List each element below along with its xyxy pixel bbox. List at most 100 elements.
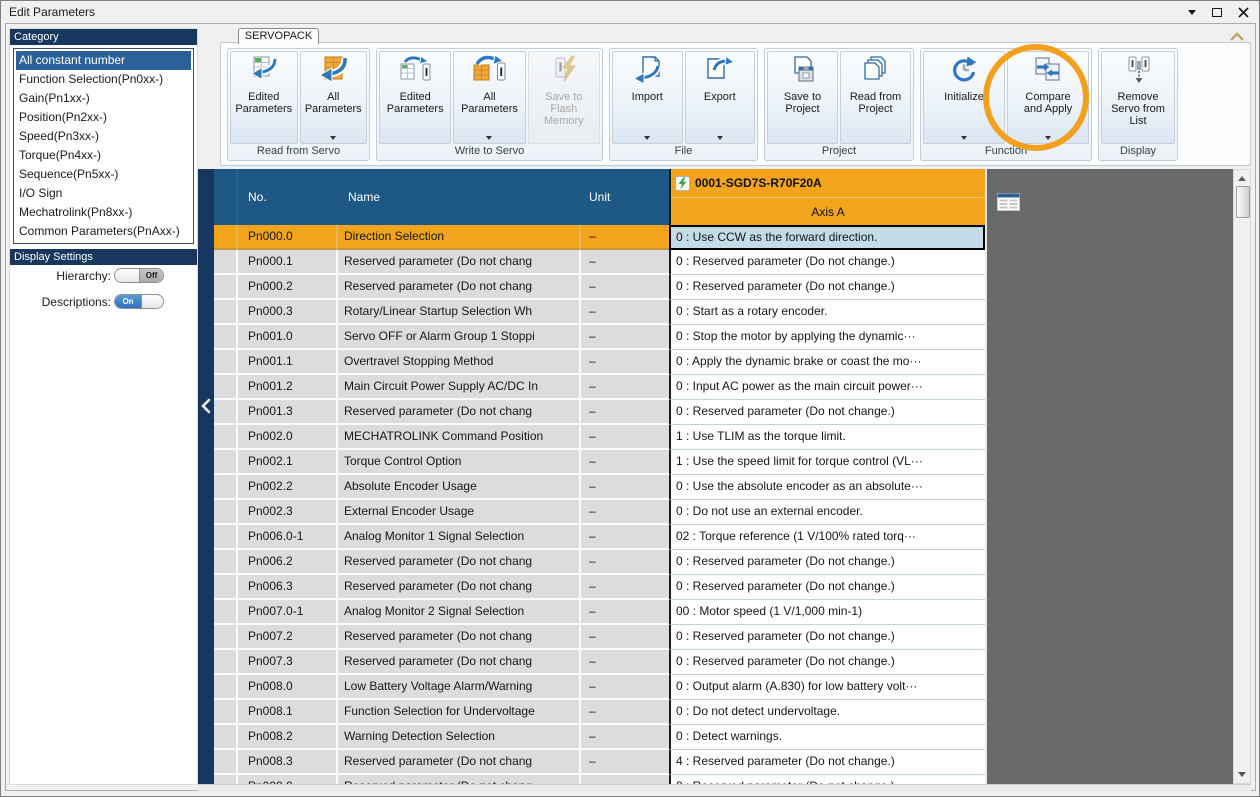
write-all-parameters-button[interactable]: All Parameters [453, 51, 526, 144]
no-cell[interactable]: Pn006.0-1 [238, 525, 338, 550]
category-item[interactable]: Mechatrolink(Pn8xx-) [16, 203, 191, 222]
category-item[interactable]: Speed(Pn3xx-) [16, 127, 191, 146]
name-cell[interactable]: Absolute Encoder Usage [338, 475, 581, 500]
no-cell[interactable]: Pn000.3 [238, 300, 338, 325]
scroll-down-button[interactable] [1238, 772, 1246, 777]
unit-cell[interactable]: – [581, 725, 669, 750]
no-cell[interactable]: Pn008.1 [238, 700, 338, 725]
no-cell[interactable]: Pn000.2 [238, 275, 338, 300]
unit-cell[interactable]: – [581, 475, 669, 500]
unit-cell[interactable]: – [581, 500, 669, 525]
unit-cell[interactable]: – [581, 250, 669, 275]
rowsel-cell[interactable] [214, 500, 238, 525]
rowsel-cell[interactable] [214, 350, 238, 375]
remove-servo-from-list-button[interactable]: Remove Servo from List [1101, 51, 1175, 144]
no-cell[interactable]: Pn002.1 [238, 450, 338, 475]
value-cell[interactable]: 0 : Reserved parameter (Do not change.) [669, 625, 985, 650]
value-cell[interactable]: 4 : Reserved parameter (Do not change.) [669, 750, 985, 775]
name-cell[interactable]: Low Battery Voltage Alarm/Warning [338, 675, 581, 700]
initialize-button[interactable]: Initialize [923, 51, 1005, 144]
compare-and-apply-button[interactable]: Compare and Apply [1007, 51, 1089, 144]
name-cell[interactable]: Overtravel Stopping Method [338, 350, 581, 375]
name-cell[interactable]: Reserved parameter (Do not chang [338, 775, 581, 784]
rowsel-cell[interactable] [214, 300, 238, 325]
hierarchy-toggle[interactable]: Off [114, 268, 164, 283]
value-cell[interactable]: 0 : Reserved parameter (Do not change.) [669, 775, 985, 784]
name-cell[interactable]: Analog Monitor 1 Signal Selection [338, 525, 581, 550]
rowsel-cell[interactable] [214, 600, 238, 625]
no-cell[interactable]: Pn000.1 [238, 250, 338, 275]
rowsel-cell[interactable] [214, 250, 238, 275]
category-item[interactable]: I/O Sign [16, 184, 191, 203]
no-cell[interactable]: Pn006.3 [238, 575, 338, 600]
name-cell[interactable]: Reserved parameter (Do not chang [338, 550, 581, 575]
read-from-project-button[interactable]: Read from Project [840, 51, 911, 144]
unit-cell[interactable]: – [581, 450, 669, 475]
value-cell[interactable]: 0 : Start as a rotary encoder. [669, 300, 985, 325]
category-item[interactable]: All constant number [16, 51, 191, 70]
read-edited-parameters-button[interactable]: Edited Parameters [230, 51, 298, 144]
unit-cell[interactable]: – [581, 775, 669, 784]
category-listbox[interactable]: All constant number Function Selection(Pn… [13, 48, 194, 244]
no-cell[interactable]: Pn006.2 [238, 550, 338, 575]
category-item[interactable]: Torque(Pn4xx-) [16, 146, 191, 165]
rowsel-cell[interactable] [214, 700, 238, 725]
name-cell[interactable]: MECHATROLINK Command Position [338, 425, 581, 450]
unit-cell[interactable]: – [581, 350, 669, 375]
rowsel-cell[interactable] [214, 725, 238, 750]
rowsel-cell[interactable] [214, 375, 238, 400]
axis-header[interactable]: Axis A [671, 197, 985, 225]
unit-cell[interactable]: – [581, 275, 669, 300]
rowsel-cell[interactable] [214, 525, 238, 550]
no-cell[interactable]: Pn001.3 [238, 400, 338, 425]
value-cell[interactable]: 0 : Do not detect undervoltage. [669, 700, 985, 725]
name-cell[interactable]: External Encoder Usage [338, 500, 581, 525]
rowsel-cell[interactable] [214, 775, 238, 784]
rowsel-cell[interactable] [214, 275, 238, 300]
unit-cell[interactable]: – [581, 325, 669, 350]
unit-cell[interactable]: – [581, 225, 669, 250]
scroll-thumb[interactable] [1236, 186, 1250, 218]
value-cell[interactable]: 0 : Reserved parameter (Do not change.) [669, 550, 985, 575]
name-cell[interactable]: Direction Selection [338, 225, 581, 250]
unit-cell[interactable]: – [581, 400, 669, 425]
value-cell[interactable]: 0 : Apply the dynamic brake or coast the… [669, 350, 985, 375]
no-cell[interactable]: Pn001.0 [238, 325, 338, 350]
no-cell[interactable]: Pn007.0-1 [238, 600, 338, 625]
value-cell[interactable]: 0 : Reserved parameter (Do not change.) [669, 650, 985, 675]
value-cell[interactable]: 00 : Motor speed (1 V/1,000 min-1) [669, 600, 985, 625]
category-item[interactable]: Gain(Pn1xx-) [16, 89, 191, 108]
maximize-button[interactable] [1212, 7, 1222, 17]
unit-cell[interactable]: – [581, 550, 669, 575]
unit-cell[interactable]: – [581, 650, 669, 675]
no-cell[interactable]: Pn009.0 [238, 775, 338, 784]
name-cell[interactable]: Reserved parameter (Do not chang [338, 250, 581, 275]
name-cell[interactable]: Torque Control Option [338, 450, 581, 475]
no-cell[interactable]: Pn001.2 [238, 375, 338, 400]
write-edited-parameters-button[interactable]: Edited Parameters [379, 51, 452, 144]
name-cell[interactable]: Analog Monitor 2 Signal Selection [338, 600, 581, 625]
unit-cell[interactable]: – [581, 425, 669, 450]
rowsel-cell[interactable] [214, 325, 238, 350]
scroll-up-button[interactable] [1238, 176, 1246, 181]
name-cell[interactable]: Reserved parameter (Do not chang [338, 400, 581, 425]
rowsel-cell[interactable] [214, 675, 238, 700]
rowsel-cell[interactable] [214, 425, 238, 450]
tab-servopack[interactable]: SERVOPACK [238, 28, 319, 44]
value-cell[interactable]: 0 : Use the absolute encoder as an absol… [669, 475, 985, 500]
rowsel-cell[interactable] [214, 225, 238, 250]
no-cell[interactable]: Pn002.0 [238, 425, 338, 450]
value-cell[interactable]: 0 : Reserved parameter (Do not change.) [669, 250, 985, 275]
rowsel-cell[interactable] [214, 400, 238, 425]
rowsel-cell[interactable] [214, 575, 238, 600]
unit-cell[interactable]: – [581, 625, 669, 650]
rowsel-cell[interactable] [214, 625, 238, 650]
no-cell[interactable]: Pn008.2 [238, 725, 338, 750]
unit-cell[interactable]: – [581, 525, 669, 550]
category-item[interactable]: Function Selection(Pn0xx-) [16, 70, 191, 89]
name-cell[interactable]: Servo OFF or Alarm Group 1 Stoppi [338, 325, 581, 350]
value-cell[interactable]: 0 : Reserved parameter (Do not change.) [669, 575, 985, 600]
rowsel-cell[interactable] [214, 450, 238, 475]
import-button[interactable]: Import [612, 51, 683, 144]
name-cell[interactable]: Main Circuit Power Supply AC/DC In [338, 375, 581, 400]
